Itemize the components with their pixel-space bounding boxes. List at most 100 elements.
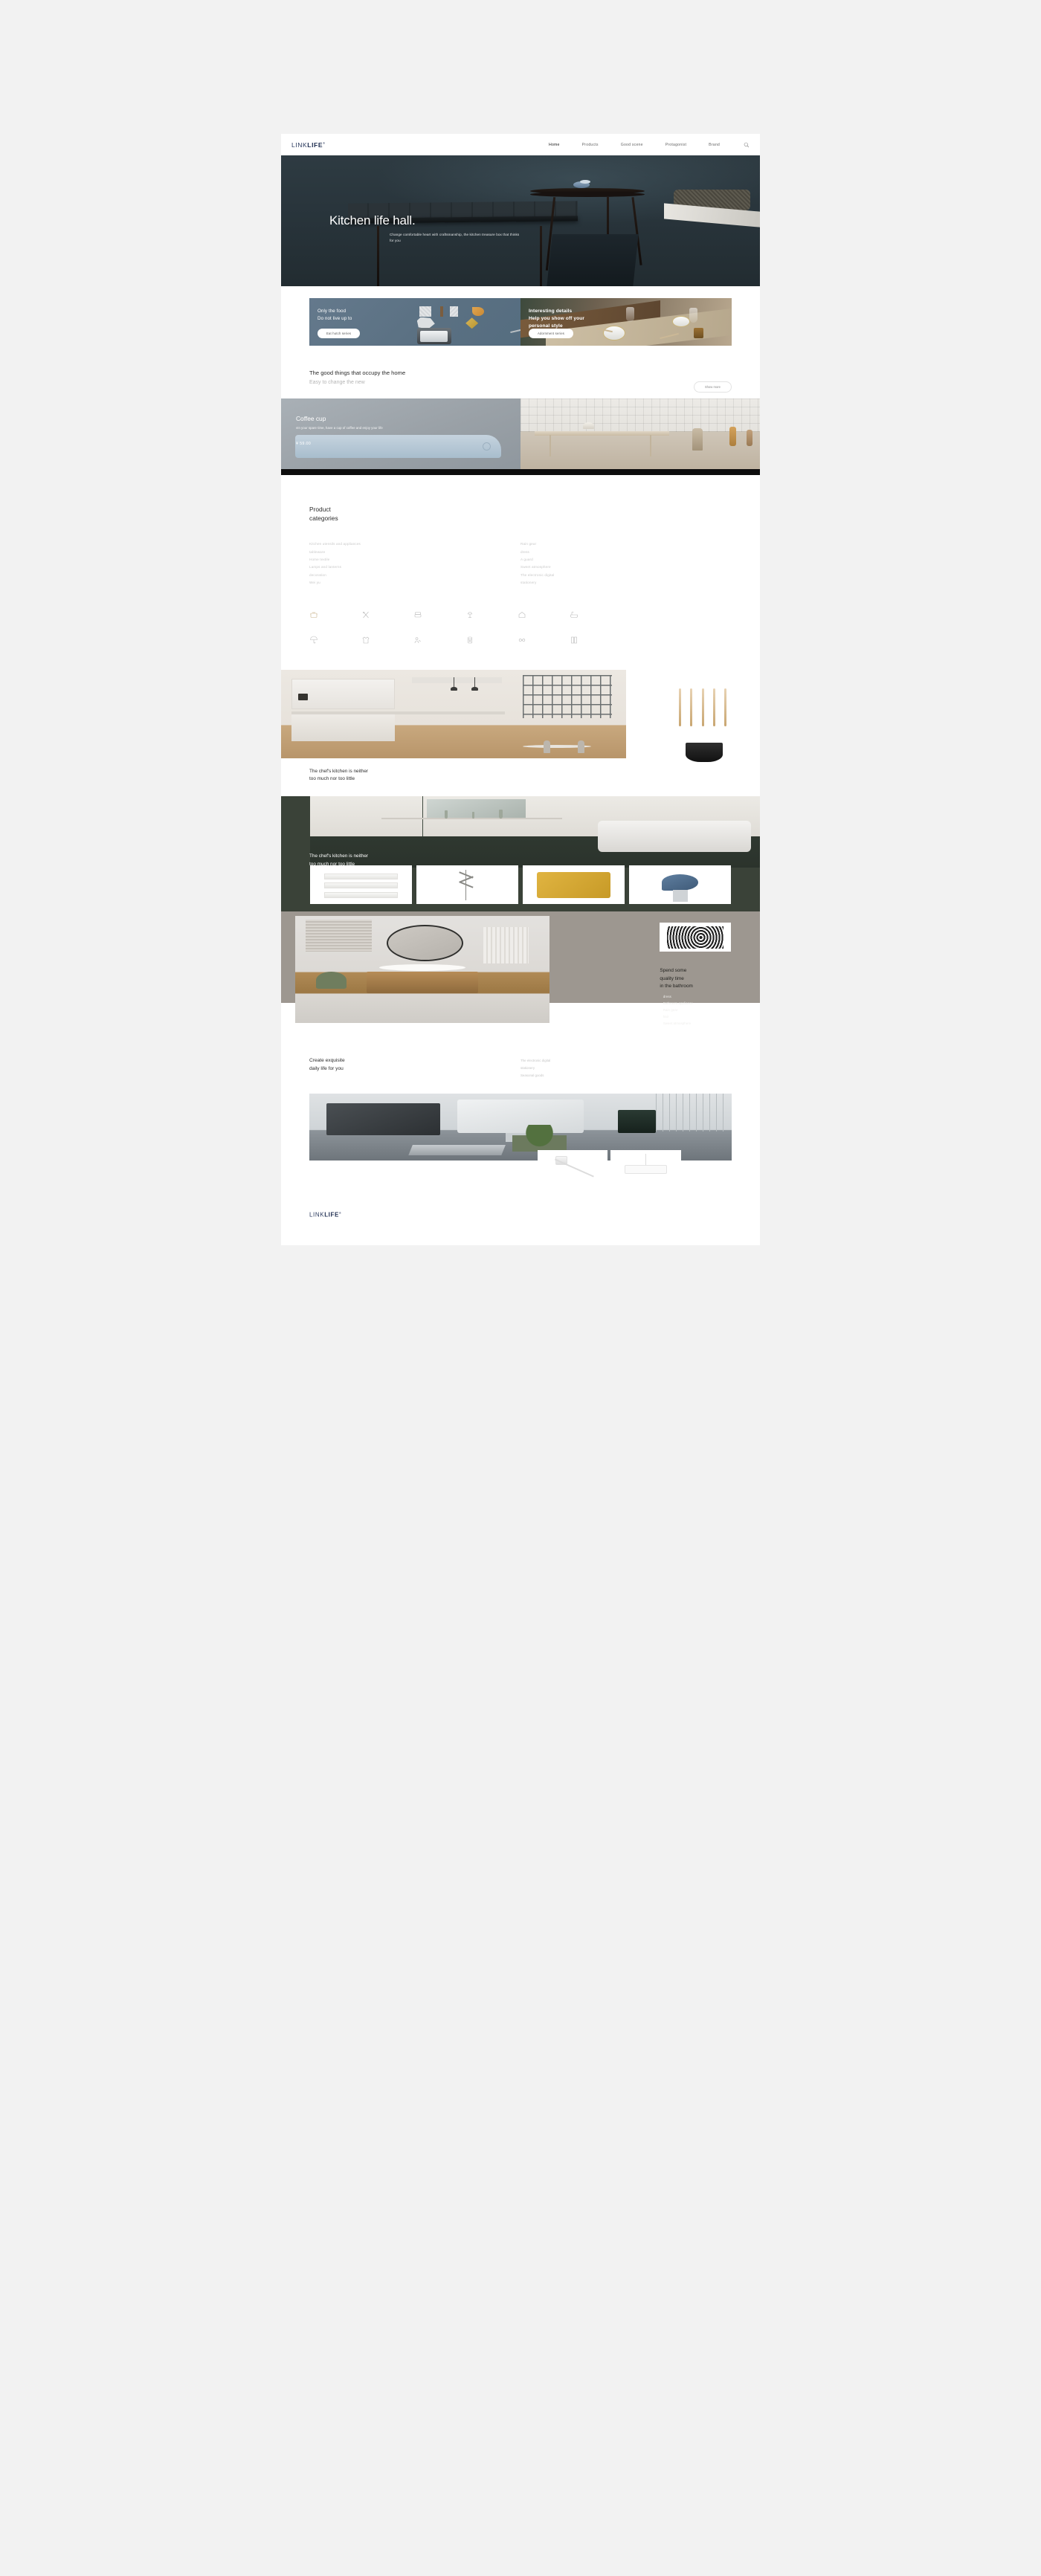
tiled-wall xyxy=(520,398,760,432)
nav-item-home[interactable]: Home xyxy=(549,143,560,147)
living-room-photo xyxy=(309,796,760,868)
coffee-product-panel[interactable]: Coffee cup vIn your spare time, have a c… xyxy=(281,398,520,469)
promo-item-pan-handle xyxy=(510,325,520,333)
art-print xyxy=(667,926,723,949)
categories-heading-line1: Product xyxy=(309,506,331,513)
promo-card-title: Interesting details Help you show off yo… xyxy=(529,309,585,329)
sofa-icon[interactable] xyxy=(413,610,465,619)
coffee-description: vIn your spare time, have a cup of coffe… xyxy=(296,426,383,430)
bathroom-link[interactable]: Rain gear xyxy=(663,1007,693,1013)
create-link[interactable]: The electronic digital xyxy=(520,1057,732,1065)
dining-chair xyxy=(578,740,585,754)
create-link[interactable]: Seasonal goods xyxy=(520,1072,732,1079)
pillow-thumb[interactable] xyxy=(523,865,625,905)
guard-icon[interactable] xyxy=(413,636,465,645)
brand-trademark: ® xyxy=(323,141,326,145)
category-link[interactable]: Kitchen utensils and appliances xyxy=(309,540,520,548)
promo-item-pan xyxy=(416,327,451,344)
usb-cable-card[interactable] xyxy=(537,1150,608,1187)
category-column-right: Rain gear dress A guard Sweet atmosphere… xyxy=(520,540,732,587)
category-columns: Kitchen utensils and appliances tablewar… xyxy=(309,540,732,587)
promo-card-adornment[interactable]: Interesting details Help you show off yo… xyxy=(520,298,732,346)
product-categories-section: Product categories Kitchen utensils and … xyxy=(281,475,760,670)
dining-table xyxy=(535,430,669,436)
coffee-lifestyle-photo xyxy=(520,398,760,469)
category-link[interactable]: stationery xyxy=(520,579,732,587)
hero-subtitle: Change comfortable heart with craftsmans… xyxy=(390,233,520,243)
promo-card-eat-hutch[interactable]: Only the food Do not live up to Eat hutc… xyxy=(309,298,520,346)
nav-item-good-scene[interactable]: Good scene xyxy=(621,143,643,147)
table-leg xyxy=(649,435,652,456)
promo-wine-glass xyxy=(689,307,698,323)
vase xyxy=(498,809,503,819)
category-link[interactable]: Lamps and lanterns xyxy=(309,564,520,571)
wood-utensils-card[interactable] xyxy=(664,681,746,734)
footer-logo-part1: LINK xyxy=(309,1212,325,1219)
category-link[interactable]: Wei yu xyxy=(309,579,520,587)
kitchen-photo xyxy=(281,670,626,759)
power-hub-card[interactable] xyxy=(610,1150,681,1187)
promo-button-adornment[interactable]: Adornment series xyxy=(529,329,574,338)
shirt-icon[interactable] xyxy=(361,636,413,645)
glasses-icon[interactable] xyxy=(518,636,570,645)
hero-title: Kitchen life hall. xyxy=(329,213,416,227)
nav-item-protagonist[interactable]: Protagonist xyxy=(665,143,686,147)
category-link[interactable]: A guard xyxy=(520,556,732,564)
rack-thumb[interactable] xyxy=(416,865,518,905)
search-icon[interactable] xyxy=(744,138,750,152)
book-icon[interactable] xyxy=(570,636,622,645)
appliance-icon[interactable] xyxy=(465,636,518,645)
promo-button-eat-hutch[interactable]: Eat hutch series xyxy=(318,329,361,338)
category-link[interactable]: Sweet atmosphere xyxy=(520,564,732,571)
drawer-thumb[interactable] xyxy=(309,865,412,905)
bathroom-link[interactable]: dress xyxy=(663,993,693,1000)
category-link[interactable]: Rain gear xyxy=(520,540,732,548)
plant xyxy=(315,972,347,990)
bathroom-link[interactable]: hair xyxy=(663,1013,693,1020)
promo-item-stick xyxy=(440,306,444,317)
pendant-light xyxy=(471,677,478,691)
coffee-price: ¥ 59.00 xyxy=(296,442,312,446)
pot-icon[interactable] xyxy=(309,610,361,619)
lower-cabinet xyxy=(291,714,395,741)
lamp-thumb[interactable] xyxy=(629,865,732,905)
round-mirror xyxy=(387,924,463,961)
category-link[interactable]: dress xyxy=(520,549,732,556)
kettle-card[interactable] xyxy=(664,738,746,766)
good-things-subheading: Easy to change the new xyxy=(309,380,365,385)
window-blinds xyxy=(305,919,372,952)
category-link[interactable]: Home textile xyxy=(309,556,520,564)
category-link[interactable]: The electronic digital xyxy=(520,572,732,579)
page-root: LINKLIFE® Home Products Good scene Prota… xyxy=(281,134,760,1246)
desk-product-cards xyxy=(537,1150,681,1187)
lamp-icon[interactable] xyxy=(465,610,518,619)
brand-logo-part2: LIFE xyxy=(307,141,323,149)
bathroom-link[interactable]: Bathroom appliance xyxy=(663,1000,693,1007)
good-things-heading: The good things that occupy the home xyxy=(309,369,406,376)
category-icon-grid xyxy=(309,610,622,645)
nav-item-brand[interactable]: Brand xyxy=(709,143,720,147)
bathroom-art-card[interactable] xyxy=(659,923,732,952)
hero-banner: Kitchen life hall. Change comfortable he… xyxy=(281,155,760,286)
promo-cards: Only the food Do not live up to Eat hutc… xyxy=(281,286,760,346)
show-more-button[interactable]: Show more xyxy=(693,381,732,393)
category-link[interactable]: decoration xyxy=(309,572,520,579)
towel-rack xyxy=(483,926,529,963)
category-column-left: Kitchen utensils and appliances tablewar… xyxy=(309,540,520,587)
house-icon[interactable] xyxy=(518,610,570,619)
create-heading: Create exquisite daily life for you xyxy=(309,1058,345,1072)
category-link[interactable]: tableware xyxy=(309,549,520,556)
table-lamp xyxy=(582,422,594,430)
brand-logo[interactable]: LINKLIFE® xyxy=(291,141,326,149)
wall-mirror xyxy=(427,799,526,819)
promo-item-bowl xyxy=(471,306,484,316)
nav-item-products[interactable]: Products xyxy=(582,143,599,147)
device xyxy=(617,1110,656,1133)
umbrella-icon[interactable] xyxy=(309,636,361,645)
cutlery-icon[interactable] xyxy=(361,610,413,619)
chair xyxy=(692,427,703,451)
bathtub-icon[interactable] xyxy=(570,610,622,619)
footer-logo[interactable]: LINKLIFE® xyxy=(309,1211,732,1218)
create-link[interactable]: stationery xyxy=(520,1065,732,1072)
vase xyxy=(471,811,474,819)
